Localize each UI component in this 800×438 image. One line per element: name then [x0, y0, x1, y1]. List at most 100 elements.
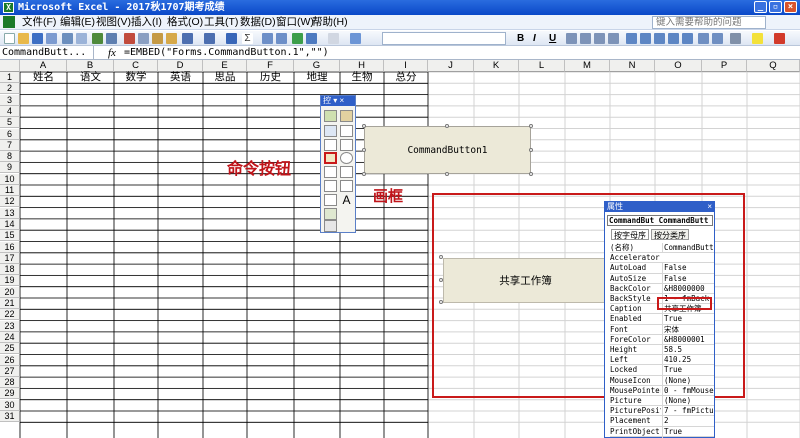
- undo-icon[interactable]: [182, 33, 193, 44]
- header-cell[interactable]: 生物: [340, 72, 384, 83]
- row-header[interactable]: 17: [0, 252, 20, 264]
- row-header[interactable]: 8: [0, 151, 20, 163]
- view-code-icon[interactable]: [324, 125, 337, 137]
- row-header[interactable]: 26: [0, 354, 20, 366]
- open-icon[interactable]: [18, 33, 29, 44]
- property-value[interactable]: False: [662, 273, 714, 283]
- merge-center-icon[interactable]: [608, 33, 619, 44]
- resize-handle[interactable]: [362, 172, 366, 176]
- increase-decimal-icon[interactable]: [668, 33, 679, 44]
- row-header[interactable]: 25: [0, 343, 20, 355]
- property-row[interactable]: MouseIcon (None): [610, 375, 714, 386]
- property-value[interactable]: (None): [662, 396, 714, 406]
- property-row[interactable]: PicturePositi7 - fmPictur: [610, 406, 714, 417]
- close-icon[interactable]: ×: [707, 202, 712, 212]
- row-header[interactable]: 19: [0, 275, 20, 287]
- menu-file[interactable]: 文件(F): [22, 16, 56, 29]
- increase-indent-icon[interactable]: [712, 33, 723, 44]
- align-right-icon[interactable]: [594, 33, 605, 44]
- image-control-icon[interactable]: [324, 208, 337, 220]
- font-color-icon[interactable]: [774, 33, 785, 44]
- resize-handle[interactable]: [529, 124, 533, 128]
- resize-handle[interactable]: [529, 148, 533, 152]
- resize-handle[interactable]: [445, 172, 449, 176]
- header-cell[interactable]: 语文: [67, 72, 114, 83]
- row-header[interactable]: 7: [0, 139, 20, 151]
- fx-icon[interactable]: fx: [108, 46, 116, 60]
- italic-button[interactable]: I: [533, 32, 536, 45]
- property-row[interactable]: ForeColor &H8000001: [610, 334, 714, 345]
- property-row[interactable]: Enabled True: [610, 314, 714, 325]
- row-header[interactable]: 20: [0, 286, 20, 298]
- property-row[interactable]: Accelerator: [610, 253, 714, 264]
- menu-tools[interactable]: 工具(T): [204, 16, 238, 29]
- option-button-control-icon[interactable]: [340, 152, 353, 164]
- label-control-icon[interactable]: A: [340, 194, 353, 206]
- align-center-icon[interactable]: [580, 33, 591, 44]
- command-button-1[interactable]: CommandButton1: [364, 126, 531, 174]
- row-header[interactable]: 18: [0, 264, 20, 276]
- more-controls-icon[interactable]: [324, 220, 337, 232]
- share-workbook-button[interactable]: 共享工作簿: [443, 258, 608, 303]
- percent-icon[interactable]: [640, 33, 651, 44]
- comma-icon[interactable]: [654, 33, 665, 44]
- sort-ascending-icon[interactable]: [262, 33, 273, 44]
- row-header[interactable]: 16: [0, 241, 20, 253]
- column-header[interactable]: M: [565, 60, 610, 72]
- column-header[interactable]: L: [519, 60, 565, 72]
- property-row[interactable]: MousePointer 0 - fmMouseP: [610, 385, 714, 396]
- menu-data[interactable]: 数据(D): [240, 16, 276, 29]
- copy-icon[interactable]: [138, 33, 149, 44]
- property-row[interactable]: (名称) CommandButto: [610, 243, 714, 254]
- help-search-input[interactable]: [652, 16, 766, 29]
- property-value[interactable]: CommandButto: [662, 243, 714, 253]
- property-value[interactable]: True: [662, 365, 714, 375]
- property-value[interactable]: True: [662, 314, 714, 324]
- row-header[interactable]: 31: [0, 411, 20, 422]
- tab-categorized[interactable]: 按分类序: [651, 229, 689, 240]
- resize-handle[interactable]: [362, 124, 366, 128]
- research-icon[interactable]: [106, 33, 117, 44]
- scrollbar-control-icon[interactable]: [324, 194, 337, 206]
- property-value[interactable]: 410.25: [662, 355, 714, 365]
- tab-alphabetic[interactable]: 按字母序: [611, 229, 649, 240]
- row-header[interactable]: 5: [0, 117, 20, 129]
- resize-handle[interactable]: [529, 172, 533, 176]
- spelling-icon[interactable]: [92, 33, 103, 44]
- command-button-control-icon[interactable]: [324, 152, 337, 164]
- drawing-icon[interactable]: [306, 33, 317, 44]
- column-header[interactable]: J: [428, 60, 474, 72]
- property-value[interactable]: 宋体: [662, 324, 714, 334]
- control-toolbox[interactable]: 控 ▾ × A: [320, 95, 356, 233]
- decrease-decimal-icon[interactable]: [682, 33, 693, 44]
- row-header[interactable]: 15: [0, 230, 20, 242]
- design-mode-icon[interactable]: [324, 110, 337, 122]
- property-row[interactable]: AutoLoad False: [610, 263, 714, 274]
- formula-input[interactable]: =EMBED("Forms.CommandButton.1",""): [124, 46, 329, 60]
- minimize-icon[interactable]: _: [754, 1, 767, 13]
- row-header[interactable]: 28: [0, 377, 20, 389]
- menu-window[interactable]: 窗口(W): [276, 16, 314, 29]
- underline-button[interactable]: U: [549, 32, 556, 45]
- resize-handle[interactable]: [362, 148, 366, 152]
- property-value[interactable]: True: [662, 426, 714, 436]
- header-cell[interactable]: 英语: [158, 72, 203, 83]
- object-selector[interactable]: CommandBut CommandButt: [607, 215, 713, 226]
- format-painter-icon[interactable]: [166, 33, 177, 44]
- spin-button-icon[interactable]: [340, 180, 353, 192]
- row-header[interactable]: 24: [0, 331, 20, 343]
- row-header[interactable]: 4: [0, 105, 20, 117]
- row-header[interactable]: 27: [0, 365, 20, 377]
- font-name-box[interactable]: [382, 32, 506, 45]
- resize-handle[interactable]: [445, 124, 449, 128]
- cut-icon[interactable]: [124, 33, 135, 44]
- label-frame-icon[interactable]: [340, 139, 353, 151]
- property-row[interactable]: Left 410.25: [610, 355, 714, 366]
- row-header[interactable]: 3: [0, 94, 20, 106]
- resize-handle[interactable]: [439, 300, 443, 304]
- row-header[interactable]: 21: [0, 298, 20, 309]
- property-value[interactable]: &H8000000: [662, 283, 714, 293]
- column-header[interactable]: K: [474, 60, 519, 72]
- header-cell[interactable]: 思品: [203, 72, 247, 83]
- property-row[interactable]: AutoSize False: [610, 273, 714, 284]
